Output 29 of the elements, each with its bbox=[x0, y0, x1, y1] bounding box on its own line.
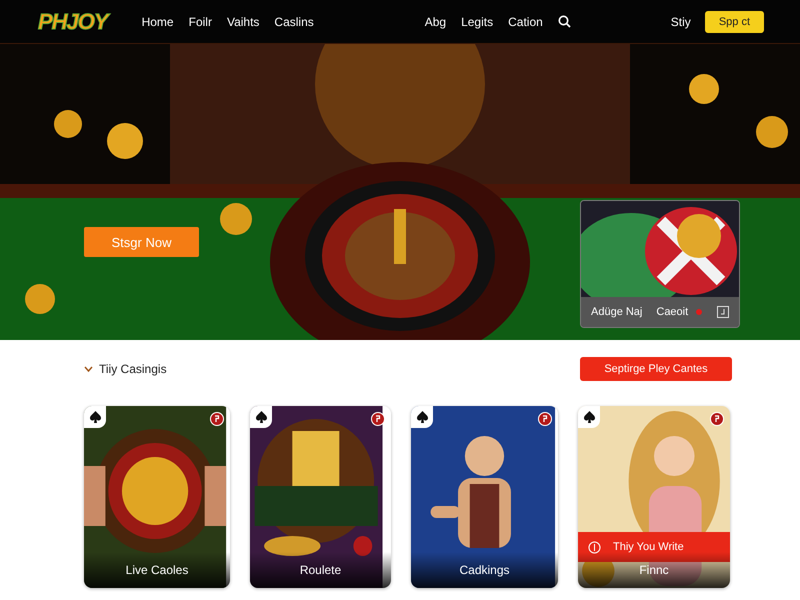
spade-icon bbox=[90, 411, 100, 423]
game-card[interactable]: Roulete bbox=[250, 406, 391, 588]
card-label: Cadkings bbox=[411, 552, 558, 588]
section-title: Tiiy Casingis bbox=[99, 362, 167, 376]
card-label: Finnc bbox=[578, 552, 730, 588]
game-card[interactable]: Thiy You Write Finnc bbox=[578, 406, 730, 588]
nav-link[interactable]: Caslins bbox=[274, 14, 314, 28]
spade-icon bbox=[584, 411, 594, 423]
nav-link[interactable]: Cation bbox=[508, 14, 543, 28]
site-logo[interactable]: PHJOY bbox=[38, 8, 108, 34]
search-icon[interactable] bbox=[558, 15, 571, 28]
promo-banner[interactable]: Thiy You Write bbox=[578, 532, 730, 562]
nav-link[interactable]: Legits bbox=[461, 14, 494, 28]
spade-icon bbox=[256, 411, 266, 423]
nav-link[interactable]: Abg bbox=[424, 14, 446, 28]
chip-icon bbox=[371, 412, 385, 426]
nav-link[interactable]: Stiy bbox=[670, 14, 691, 28]
nav-link[interactable]: Home bbox=[142, 14, 174, 28]
game-card[interactable]: Live Caoles bbox=[84, 406, 230, 588]
spade-icon bbox=[416, 411, 428, 423]
play-games-button[interactable]: Septirge Pley Cantes bbox=[580, 357, 732, 381]
nav-link[interactable]: Vaihts bbox=[226, 14, 260, 28]
nav-link[interactable]: Foilr bbox=[188, 14, 212, 28]
signup-button[interactable]: Spp ct bbox=[704, 10, 764, 32]
coin-icon bbox=[588, 540, 601, 554]
card-label: Roulete bbox=[250, 552, 391, 588]
chevron-down-icon[interactable] bbox=[84, 366, 93, 372]
card-label: Live Caoles bbox=[84, 552, 230, 588]
game-card[interactable]: Cadkings bbox=[411, 406, 558, 588]
